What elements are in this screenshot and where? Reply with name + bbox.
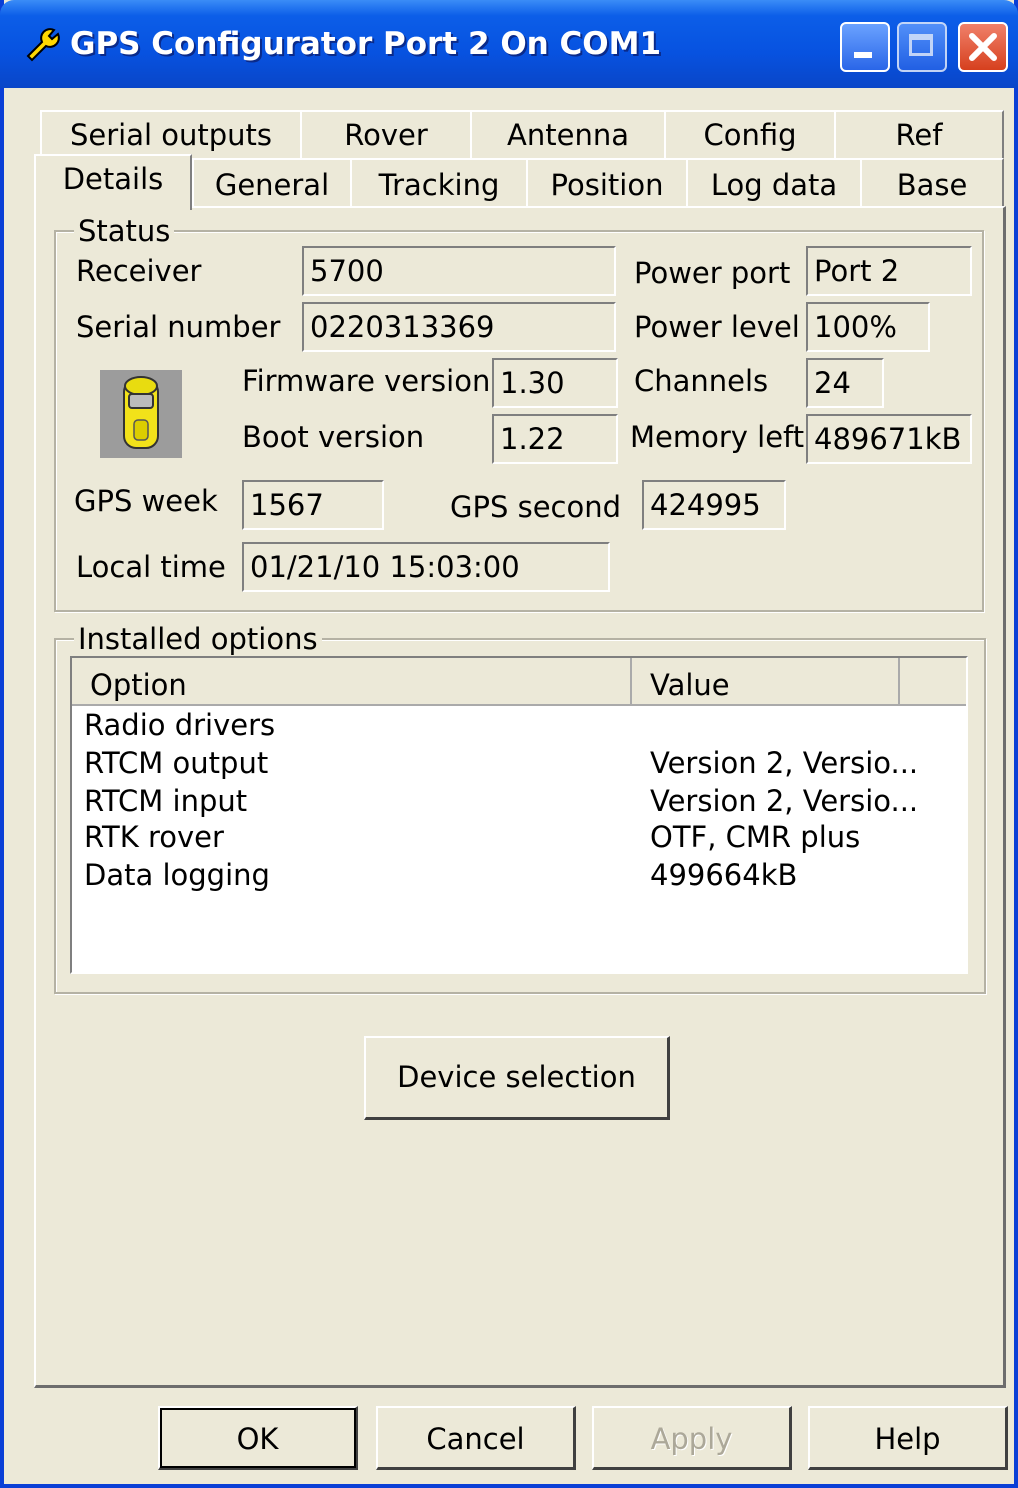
receiver-label: Receiver [76,254,202,288]
option-name: Radio drivers [84,708,276,742]
gps-second-field: 424995 [642,480,786,530]
close-icon [969,33,997,61]
tab-general[interactable]: General [192,158,352,206]
tab-config[interactable]: Config [664,110,836,158]
boot-version-field: 1.22 [492,414,618,464]
receiver-field: 5700 [302,246,616,296]
wrench-icon [26,28,60,62]
option-name: Data logging [84,858,270,892]
title-bar[interactable]: GPS Configurator Port 2 On COM1 [0,0,1018,88]
option-value: Version 2, Versio... [650,746,919,780]
option-value: 499664kB [650,858,798,892]
tab-log-data[interactable]: Log data [686,158,862,206]
column-header-value[interactable]: Value [632,658,900,706]
minimize-button[interactable] [840,22,890,72]
installed-options-list[interactable]: Option Value Radio drivers RTCM output V… [70,656,968,974]
option-name: RTK rover [84,820,224,854]
ok-button[interactable]: OK [158,1406,358,1470]
apply-button[interactable]: Apply [592,1406,792,1470]
power-level-label: Power level [634,310,800,344]
tab-tracking[interactable]: Tracking [350,158,528,206]
serial-number-label: Serial number [76,310,281,344]
firmware-version-field: 1.30 [492,358,618,408]
memory-left-field: 489671kB [806,414,972,464]
serial-number-field: 0220313369 [302,302,616,352]
minimize-icon [854,52,872,58]
channels-label: Channels [634,364,769,398]
list-item[interactable]: RTCM input Version 2, Versio... [72,784,962,822]
cancel-button[interactable]: Cancel [376,1406,576,1470]
maximize-icon [909,34,933,56]
column-header-filler [900,658,966,706]
list-item[interactable]: Data logging 499664kB [72,858,962,896]
tab-rover[interactable]: Rover [300,110,472,158]
channels-field: 24 [806,358,884,408]
tab-base[interactable]: Base [860,158,1004,206]
gps-week-field: 1567 [242,480,384,530]
tab-serial-outputs[interactable]: Serial outputs [40,110,302,158]
status-legend: Status [74,214,175,248]
window-title: GPS Configurator Port 2 On COM1 [70,26,662,62]
power-port-label: Power port [634,256,791,290]
option-name: RTCM input [84,784,248,818]
close-button[interactable] [958,22,1008,72]
maximize-button[interactable] [897,22,947,72]
column-header-option[interactable]: Option [72,658,632,706]
device-selection-button[interactable]: Device selection [364,1036,670,1120]
list-item[interactable]: RTCM output Version 2, Versio... [72,746,962,784]
local-time-field: 01/21/10 15:03:00 [242,542,610,592]
gps-receiver-icon [100,370,182,458]
tab-ref[interactable]: Ref [834,110,1004,158]
tab-antenna[interactable]: Antenna [470,110,666,158]
firmware-version-label: Firmware version [242,364,491,398]
boot-version-label: Boot version [242,420,425,454]
list-item[interactable]: Radio drivers [72,708,962,746]
gps-second-label: GPS second [450,490,622,524]
tab-details[interactable]: Details [34,154,192,210]
gps-week-label: GPS week [74,484,218,518]
option-value: Version 2, Versio... [650,784,919,818]
help-button[interactable]: Help [808,1406,1008,1470]
option-name: RTCM output [84,746,269,780]
power-port-field: Port 2 [806,246,972,296]
local-time-label: Local time [76,550,226,584]
installed-options-legend: Installed options [74,622,322,656]
power-level-field: 100% [806,302,930,352]
configurator-window: GPS Configurator Port 2 On COM1 Serial o… [0,0,1018,1488]
option-value: OTF, CMR plus [650,820,861,854]
tab-position[interactable]: Position [526,158,688,206]
memory-left-label: Memory left [630,420,805,454]
list-item[interactable]: RTK rover OTF, CMR plus [72,820,962,858]
